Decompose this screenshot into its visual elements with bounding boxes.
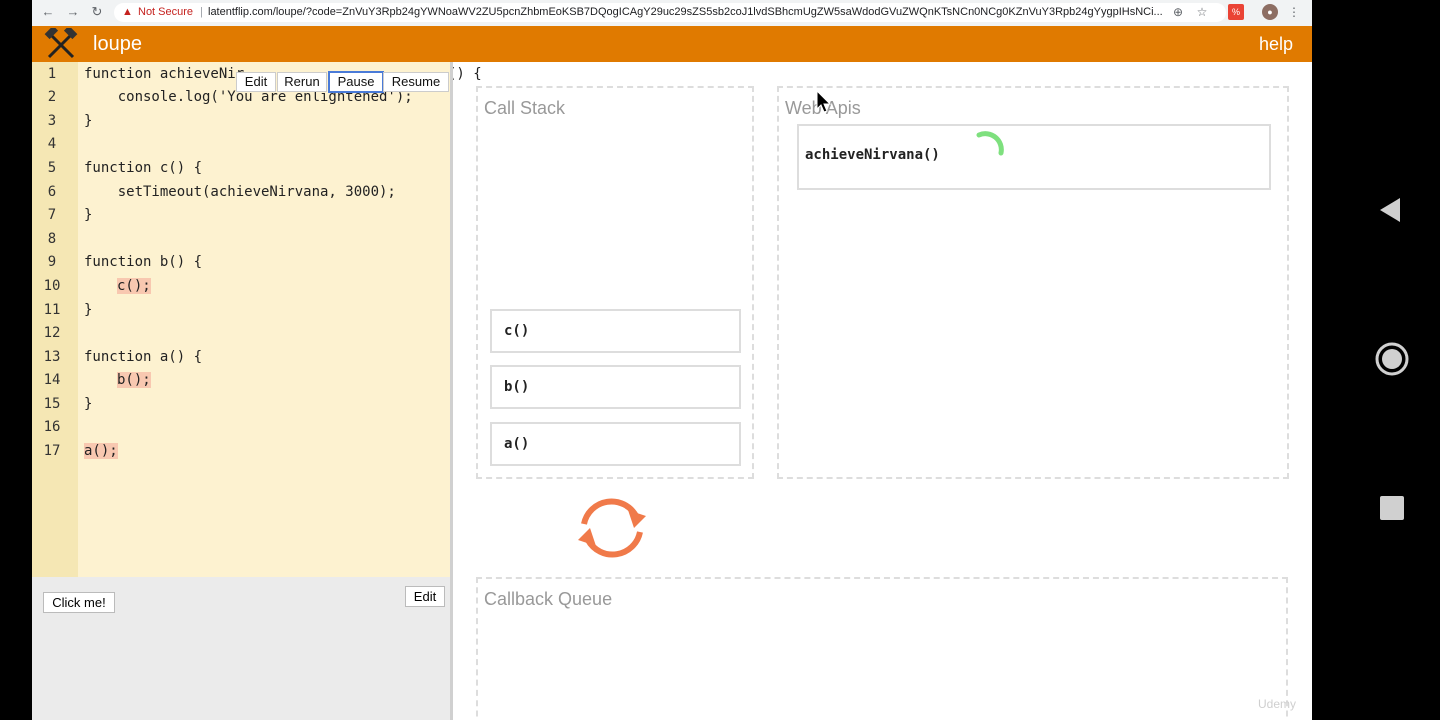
html-edit-button[interactable]: Edit xyxy=(405,586,445,607)
system-back-icon[interactable] xyxy=(1378,196,1402,224)
star-icon[interactable]: ☆ xyxy=(1194,4,1210,20)
pause-button[interactable]: Pause xyxy=(328,71,384,93)
code-line: setTimeout(achieveNirvana, 3000); xyxy=(84,184,396,200)
udemy-watermark: Udemy xyxy=(1258,697,1297,711)
zoom-icon[interactable]: ⊕ xyxy=(1170,4,1186,20)
code-line-tail: () { xyxy=(448,66,482,82)
code-line: function a() { xyxy=(84,349,203,365)
stack-frame: a() xyxy=(490,422,741,466)
line-number: 16 xyxy=(43,419,61,435)
event-loop-icon xyxy=(578,498,646,558)
system-recents-icon[interactable] xyxy=(1380,496,1404,520)
reload-icon[interactable]: ↻ xyxy=(89,4,105,20)
menu-dots-icon[interactable]: ⋮ xyxy=(1286,4,1302,20)
web-apis-panel: Web Apis achieveNirvana() xyxy=(777,86,1289,479)
call-stack-panel: Call Stack c() b() a() xyxy=(476,86,754,479)
code-line: } xyxy=(84,113,93,129)
line-gutter: 1 2 3 4 5 6 7 8 9 10 11 12 13 14 15 16 1… xyxy=(32,62,78,577)
call-stack-title: Call Stack xyxy=(484,98,566,118)
web-api-item: achieveNirvana() xyxy=(797,124,1271,190)
code-line: function achieveNir xyxy=(84,66,245,82)
system-home-icon[interactable] xyxy=(1374,341,1410,377)
line-number: 1 xyxy=(47,66,57,82)
app-title[interactable]: loupe xyxy=(93,33,142,56)
browser-window: ← → ↻ ▲ Not Secure | latentflip.com/loup… xyxy=(32,0,1312,720)
code-line: function c() { xyxy=(84,160,203,176)
line-number: 11 xyxy=(43,302,61,318)
line-number: 8 xyxy=(47,231,57,247)
url-separator: | xyxy=(200,6,203,18)
not-secure-label: Not Secure xyxy=(138,6,194,18)
line-number: 13 xyxy=(43,349,61,365)
mouse-cursor-icon xyxy=(816,90,832,113)
callback-queue-panel: Callback Queue xyxy=(476,577,1288,720)
edit-button[interactable]: Edit xyxy=(236,72,276,92)
line-number: 14 xyxy=(43,372,61,388)
line-number: 17 xyxy=(43,443,61,459)
highlighted-call: b(); xyxy=(117,372,151,388)
back-icon[interactable]: ← xyxy=(40,4,56,20)
line-number: 6 xyxy=(47,184,57,200)
line-number: 10 xyxy=(43,278,61,294)
line-number: 3 xyxy=(47,113,57,129)
extension-icon[interactable]: % xyxy=(1228,4,1244,20)
hammers-logo-icon xyxy=(44,28,78,59)
web-api-item-label: achieveNirvana() xyxy=(805,147,940,163)
code-editor[interactable]: 1 2 3 4 5 6 7 8 9 10 11 12 13 14 15 16 1… xyxy=(32,62,482,577)
stack-frame: c() xyxy=(490,309,741,353)
highlighted-call: a(); xyxy=(84,443,118,459)
app-header: loupe help xyxy=(32,26,1312,62)
profile-avatar-icon[interactable]: ● xyxy=(1262,4,1278,20)
code-line: function b() { xyxy=(84,254,203,270)
line-number: 5 xyxy=(47,160,57,176)
rerun-button[interactable]: Rerun xyxy=(277,72,327,92)
line-number: 12 xyxy=(43,325,61,341)
timer-spinner-icon xyxy=(976,131,1004,156)
line-number: 4 xyxy=(47,136,57,152)
resume-button[interactable]: Resume xyxy=(383,72,449,92)
code-line: } xyxy=(84,396,93,412)
browser-toolbar: ← → ↻ ▲ Not Secure | latentflip.com/loup… xyxy=(32,0,1312,27)
line-number: 2 xyxy=(47,89,57,105)
pane-splitter[interactable] xyxy=(450,62,453,720)
help-link[interactable]: help xyxy=(1259,34,1293,55)
highlighted-call: c(); xyxy=(117,278,151,294)
stack-frame: b() xyxy=(490,365,741,409)
click-me-button[interactable]: Click me! xyxy=(43,592,115,613)
callback-queue-title: Callback Queue xyxy=(484,589,613,609)
warning-icon: ▲ xyxy=(122,6,133,18)
address-bar[interactable]: ▲ Not Secure | latentflip.com/loupe/?cod… xyxy=(114,3,1226,22)
code-line: } xyxy=(84,302,93,318)
forward-icon[interactable]: → xyxy=(65,4,81,20)
html-preview-panel: Click me! Edit xyxy=(32,577,450,720)
code-line: } xyxy=(84,207,93,223)
line-number: 15 xyxy=(43,396,61,412)
line-number: 7 xyxy=(47,207,57,223)
url-text[interactable]: latentflip.com/loupe/?code=ZnVuY3Rpb24gY… xyxy=(208,3,1218,22)
line-number: 9 xyxy=(47,254,57,270)
